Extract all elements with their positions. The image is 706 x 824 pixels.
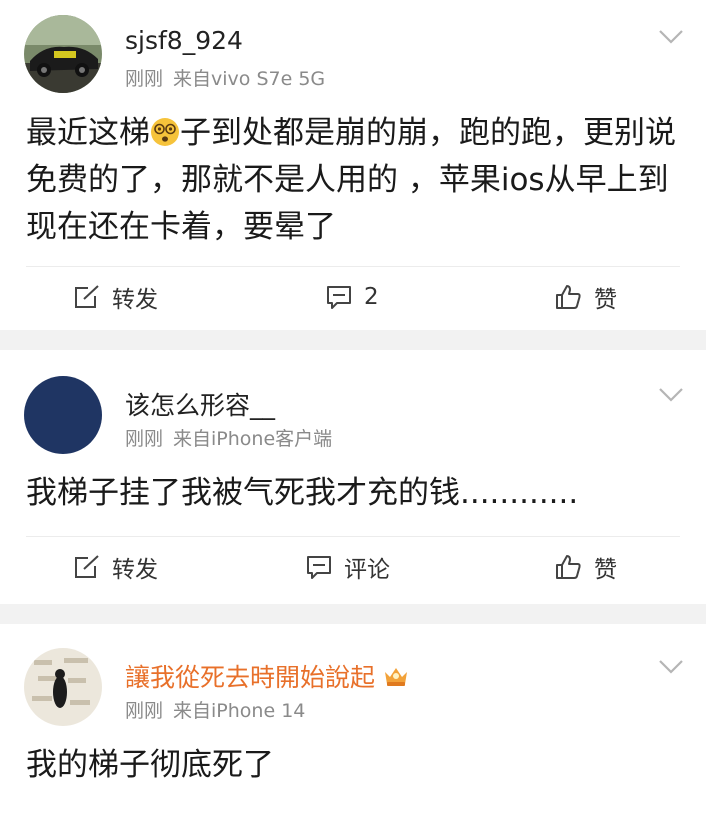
dizzy-face-emoji-icon [151,118,179,146]
post-time: 刚刚 [125,68,164,90]
weibo-comment-feed: sjsf8_924 刚刚 来自vivo S7e 5G 最近这梯 子到处都是崩的崩，… [0,0,706,824]
action-bar: 转发 评论 赞 [0,537,706,597]
repost-label: 转发 [112,287,158,313]
comment-icon [327,286,351,309]
avatar[interactable] [24,15,102,93]
thumbs-up-icon [556,555,581,579]
comment-text: 最近这梯 子到处都是崩的崩，跑的跑，更别说免费的了，那就不是人用的 ，苹果ios… [26,110,682,251]
username[interactable]: 讓我從死去時開始說起 [125,658,409,694]
like-button[interactable]: 赞 [554,537,617,597]
vip-crown-icon [385,668,408,686]
username[interactable]: 该怎么形容__ [125,386,275,422]
repost-button[interactable]: 转发 [74,267,158,327]
post-meta: 刚刚 来自vivo S7e 5G [125,64,335,91]
username[interactable]: sjsf8_924 [125,26,243,55]
action-bar: 转发 2 赞 [0,267,706,327]
comment-card: 讓我從死去時開始說起 刚刚 来自iPhone 14 我的梯子彻底死了 [0,624,706,824]
repost-icon [75,284,100,308]
comment-card: 该怎么形容__ 刚刚 来自iPhone客户端 我梯子挂了我被气死我才充的钱....… [0,350,706,604]
comment-text-part: 最近这梯 [26,115,150,151]
post-meta: 刚刚 来自iPhone客户端 [125,424,342,451]
post-source: 来自iPhone 14 [173,700,306,722]
comment-icon [307,556,331,579]
comment-text: 我的梯子彻底死了 [26,747,274,783]
chevron-down-icon[interactable] [658,386,684,404]
comment-text: 我梯子挂了我被气死我才充的钱............ [26,475,579,511]
chevron-down-icon[interactable] [658,28,684,46]
avatar[interactable] [24,648,102,726]
like-label: 赞 [594,557,617,583]
thumbs-up-icon [556,285,581,309]
comment-card: sjsf8_924 刚刚 来自vivo S7e 5G 最近这梯 子到处都是崩的崩，… [0,0,706,330]
comment-label: 评论 [344,557,390,583]
avatar[interactable] [24,376,102,454]
like-button[interactable]: 赞 [554,267,617,327]
comment-button[interactable]: 评论 [306,537,390,597]
comment-button[interactable]: 2 [326,267,379,327]
username-text: 讓我從死去時開始說起 [125,663,376,692]
post-meta: 刚刚 来自iPhone 14 [125,696,315,723]
repost-icon [75,554,100,578]
post-time: 刚刚 [125,700,164,722]
post-source: 来自vivo S7e 5G [173,68,326,90]
repost-label: 转发 [112,557,158,583]
repost-button[interactable]: 转发 [74,537,158,597]
chevron-down-icon[interactable] [658,658,684,676]
like-label: 赞 [594,287,617,313]
feed-separator [0,330,706,350]
feed-separator [0,604,706,624]
post-source: 来自iPhone客户端 [173,428,333,450]
comment-count: 2 [364,284,379,310]
post-time: 刚刚 [125,428,164,450]
